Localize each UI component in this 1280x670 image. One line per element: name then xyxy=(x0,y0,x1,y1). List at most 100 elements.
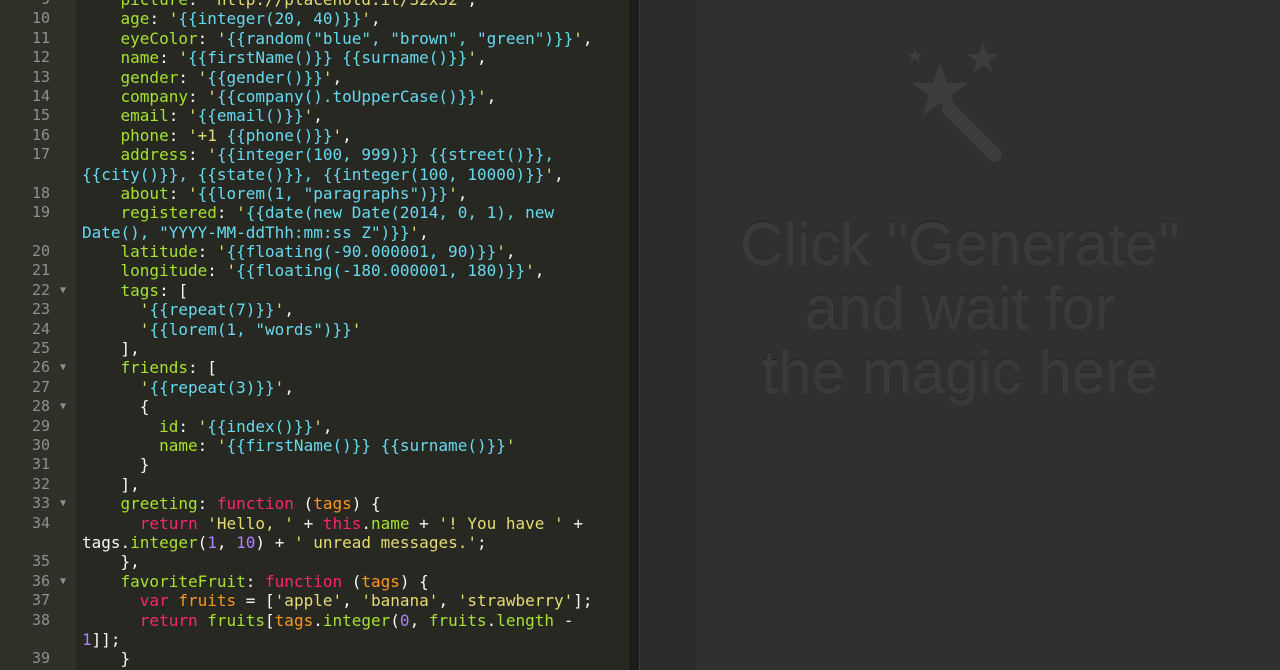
code-text: latitude: '{{floating(-90.000001, 90)}}'… xyxy=(82,242,516,261)
code-token: : xyxy=(149,9,169,29)
code-text: age: '{{integer(20, 40)}}', xyxy=(82,9,381,28)
code-line: 35 }, xyxy=(0,552,630,571)
code-line: 18 about: '{{lorem(1, "paragraphs")}}', xyxy=(0,184,630,203)
code-token: ]]; xyxy=(91,629,121,649)
line-number: 26 xyxy=(31,358,50,377)
code-token: , xyxy=(505,242,516,262)
code-token: . xyxy=(361,513,372,533)
code-token: about xyxy=(120,183,169,203)
code-token: {{firstName()}} {{surname()}} xyxy=(226,435,506,455)
code-token: ]; xyxy=(573,591,593,611)
code-token: function xyxy=(265,571,343,591)
code-token: . xyxy=(313,610,323,630)
code-token: , xyxy=(419,222,429,242)
code-token: : xyxy=(187,145,208,165)
code-line: tags.integer(1, 10) + ' unread messages.… xyxy=(0,533,630,552)
code-line: 22 ▼ tags: [ xyxy=(0,281,630,300)
code-token: ( xyxy=(293,494,314,514)
line-number: 28 xyxy=(31,397,50,416)
code-line: 27 '{{repeat(3)}}', xyxy=(0,378,630,397)
code-token: ' xyxy=(216,242,227,262)
code-token: , xyxy=(438,591,458,611)
code-line: 39 } xyxy=(0,649,630,668)
line-number: 37 xyxy=(31,591,50,610)
fold-toggle-icon[interactable]: ▼ xyxy=(60,572,66,591)
line-number: 29 xyxy=(31,416,50,435)
code-editor[interactable]: 9 picture: 'http://placehold.it/32x32',1… xyxy=(0,0,630,670)
code-token: , xyxy=(313,106,323,126)
line-number: 25 xyxy=(31,339,50,358)
code-token: name xyxy=(159,435,198,455)
code-text: }, xyxy=(82,552,140,571)
code-token: registered xyxy=(120,203,217,223)
code-token: picture xyxy=(121,0,188,9)
code-token: ' xyxy=(448,183,458,203)
code-token: ) { xyxy=(399,571,429,591)
line-number: 33 xyxy=(31,494,50,513)
code-token: {{date(new Date(2014, 0, 1), new xyxy=(245,203,555,223)
code-token: ' xyxy=(351,319,362,339)
fold-toggle-icon[interactable]: ▼ xyxy=(60,397,66,416)
code-token: tags xyxy=(120,280,160,300)
code-token: integer xyxy=(130,532,198,552)
code-token: ' xyxy=(476,86,487,106)
code-token: ' xyxy=(573,28,583,48)
code-line: 37 var fruits = ['apple', 'banana', 'str… xyxy=(0,591,630,610)
code-token: 1 xyxy=(82,629,92,649)
code-token: ' xyxy=(187,106,198,126)
code-text: gender: '{{gender()}}', xyxy=(82,67,343,87)
code-token: {{floating(-180.000001, 180)}} xyxy=(236,261,526,281)
code-text: return 'Hello, ' + this.name + '! You ha… xyxy=(82,514,583,533)
code-token: ' xyxy=(207,145,217,165)
code-token: return xyxy=(139,610,198,630)
code-text: registered: '{{date(new Date(2014, 0, 1)… xyxy=(82,203,554,222)
line-number: 23 xyxy=(31,300,50,319)
code-token: {{index()}} xyxy=(207,416,314,436)
code-token: + xyxy=(293,513,323,533)
pane-splitter[interactable] xyxy=(630,0,640,670)
line-number: 16 xyxy=(31,125,50,144)
code-token: , xyxy=(409,610,429,630)
code-token: this xyxy=(322,513,362,533)
code-token: ' xyxy=(197,67,208,87)
code-token: {{company().toUpperCase()}} xyxy=(216,86,477,106)
line-number: 19 xyxy=(31,203,50,222)
code-line: 19 registered: '{{date(new Date(2014, 0,… xyxy=(0,203,630,222)
code-token: greeting xyxy=(120,494,198,514)
code-token: ], xyxy=(82,474,140,494)
code-token: fruits xyxy=(207,610,266,630)
code-token: ' xyxy=(303,106,314,126)
code-token: ' xyxy=(467,48,477,68)
code-line: 26 ▼ friends: [ xyxy=(0,358,630,377)
output-scrollbar[interactable] xyxy=(640,0,696,670)
code-token: , xyxy=(322,416,333,436)
code-token: , xyxy=(554,164,564,184)
fold-toggle-icon[interactable]: ▼ xyxy=(60,281,66,300)
code-token: ' xyxy=(168,9,179,29)
code-text: '{{repeat(3)}}', xyxy=(82,378,294,397)
line-number: 39 xyxy=(31,649,50,668)
code-token: ' xyxy=(332,125,343,145)
code-token: name xyxy=(371,513,410,533)
code-token: , xyxy=(284,300,294,320)
fold-toggle-icon[interactable]: ▼ xyxy=(60,358,66,377)
code-token: {{city()}}, {{state()}}, {{integer(100, … xyxy=(82,164,545,184)
code-token: function xyxy=(216,494,294,514)
fold-toggle-icon[interactable]: ▼ xyxy=(60,494,66,513)
code-token: age xyxy=(120,9,150,29)
code-token: name xyxy=(120,48,160,68)
code-line: 10 age: '{{integer(20, 40)}}', xyxy=(0,9,630,28)
code-token: fruits xyxy=(178,591,237,611)
code-token: : [ xyxy=(159,280,188,300)
code-token: 10 xyxy=(236,532,256,552)
code-line: 28 ▼ { xyxy=(0,397,630,416)
line-number: 12 xyxy=(31,48,50,67)
code-line: 31 } xyxy=(0,455,630,474)
code-token: {{random("blue", "brown", "green")}} xyxy=(226,28,574,48)
code-token: email xyxy=(120,106,169,126)
